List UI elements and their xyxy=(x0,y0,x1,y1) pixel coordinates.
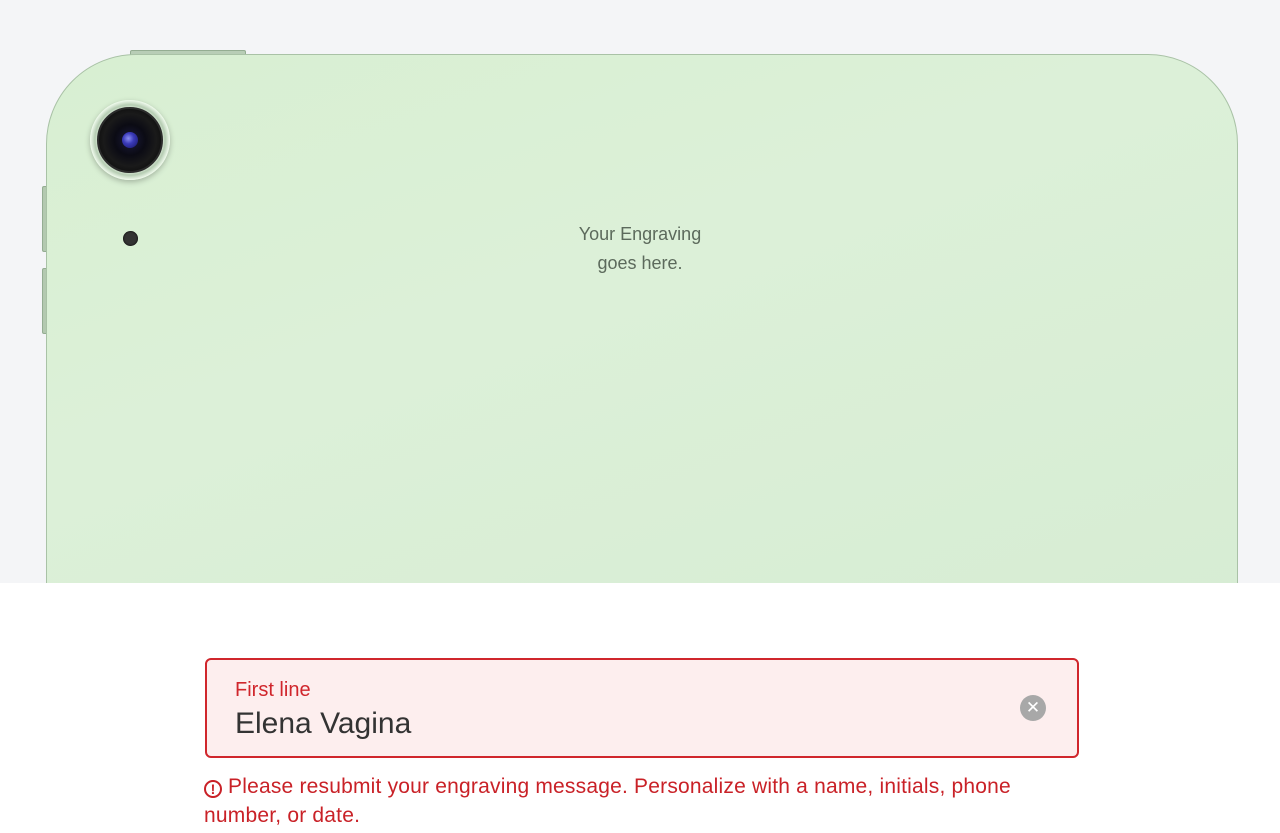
engraving-preview: Your Engraving goes here. xyxy=(0,0,1280,583)
ipad-back-image xyxy=(46,54,1238,583)
alert-circle-icon: ! xyxy=(204,780,222,798)
clear-input-button[interactable]: ✕ xyxy=(1020,695,1046,721)
engraving-line-1: Your Engraving xyxy=(578,224,702,244)
first-line-field[interactable]: First line ✕ xyxy=(205,658,1079,758)
first-line-input[interactable] xyxy=(235,704,995,744)
close-circle-icon: ✕ xyxy=(1025,698,1041,717)
first-line-label: First line xyxy=(235,679,311,701)
microphone-dot xyxy=(123,231,138,246)
camera-icon xyxy=(90,100,170,180)
camera-lens xyxy=(97,107,163,173)
engraving-line-2: goes here. xyxy=(597,253,683,273)
engraving-preview-text: Your Engraving goes here. xyxy=(540,220,740,278)
error-text: Please resubmit your engraving message. … xyxy=(204,775,1011,827)
error-message: ! Please resubmit your engraving message.… xyxy=(204,772,1084,830)
camera-lens-glass xyxy=(122,132,138,148)
